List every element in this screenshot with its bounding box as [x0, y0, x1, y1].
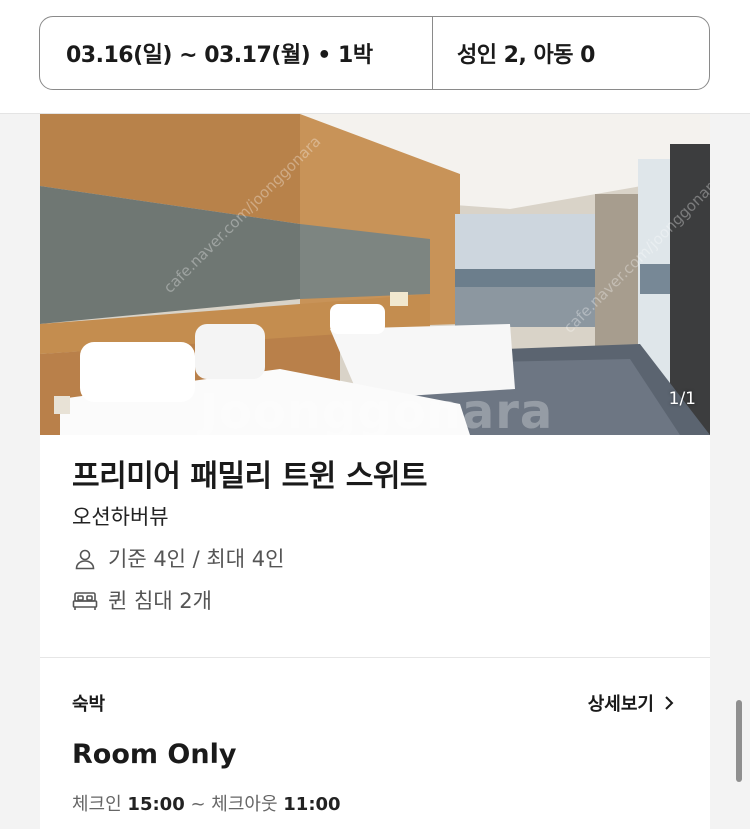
checkout-label: 체크아웃 [211, 794, 278, 815]
detail-link-label: 상세보기 [587, 694, 654, 715]
checkin-checkout-times: 체크인 15:00 ~ 체크아웃 11:00 [72, 790, 674, 816]
chevron-right-icon [664, 695, 674, 711]
bed-icon [72, 588, 98, 614]
guest-count-selector[interactable]: 성인 2, 아동 0 [433, 17, 709, 89]
checkin-label: 체크인 [72, 794, 122, 815]
person-icon [72, 546, 98, 572]
room-info: 프리미어 패밀리 트윈 스위트 오션하버뷰 기준 4인 / 최대 4인 퀸 침대… [40, 435, 710, 615]
date-range-selector[interactable]: 03.16(일) ~ 03.17(월) • 1박 [40, 17, 433, 89]
room-view-type: 오션하버뷰 [72, 505, 169, 529]
detail-link[interactable]: 상세보기 [588, 690, 674, 716]
room-photo-image [40, 114, 710, 435]
date-range-text: 03.16(일) ~ 03.17(월) • 1박 [66, 43, 373, 68]
rate-plan-label: 숙박 [72, 694, 106, 715]
guest-count-text: 성인 2, 아동 0 [457, 43, 595, 68]
rate-plan: 숙박 상세보기 Room Only 체크인 15:00 ~ 체크아웃 11:00 [40, 658, 710, 816]
booking-search-box: 03.16(일) ~ 03.17(월) • 1박 성인 2, 아동 0 [39, 16, 710, 90]
capacity-text: 기준 4인 / 최대 4인 [108, 547, 285, 571]
capacity-row: 기준 4인 / 최대 4인 [72, 545, 710, 573]
room-card: Joonggonara cafe.naver.com/joonggonara c… [40, 114, 710, 829]
search-header: 03.16(일) ~ 03.17(월) • 1박 성인 2, 아동 0 [0, 0, 750, 114]
time-separator: ~ [190, 794, 206, 815]
room-name: 프리미어 패밀리 트윈 스위트 [72, 459, 428, 494]
scrollbar[interactable] [736, 700, 742, 782]
rate-plan-header: 숙박 상세보기 [72, 690, 674, 716]
rate-plan-name: Room Only [72, 739, 237, 770]
checkout-time: 11:00 [283, 794, 341, 815]
checkin-time: 15:00 [127, 794, 185, 815]
room-photo[interactable]: Joonggonara cafe.naver.com/joonggonara c… [40, 114, 710, 435]
bed-text: 퀸 침대 2개 [108, 589, 212, 613]
photo-counter: 1/1 [668, 389, 696, 409]
bed-row: 퀸 침대 2개 [72, 587, 710, 615]
